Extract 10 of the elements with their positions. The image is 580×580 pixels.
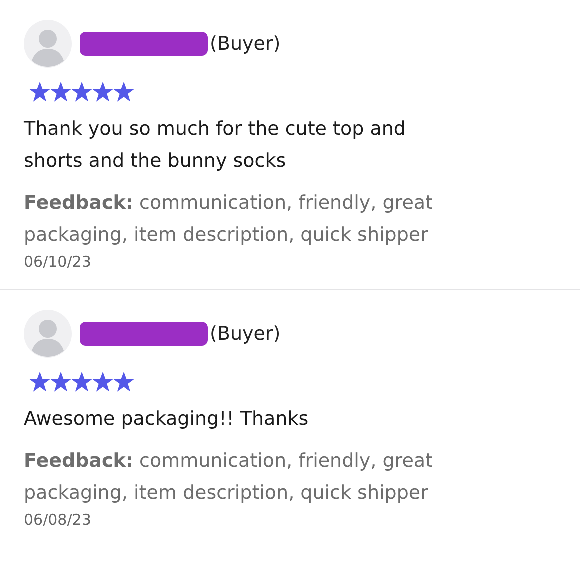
- user-role: (Buyer): [210, 323, 281, 345]
- review-comment: Awesome packaging!! Thanks: [24, 407, 310, 432]
- avatar-icon: [24, 310, 72, 358]
- feedback-text: Feedback: communication, friendly, great packaging, item description, quick shipper: [24, 191, 434, 248]
- avatar-icon: [24, 20, 72, 68]
- user-role: (Buyer): [210, 33, 281, 55]
- review-date: 06/10/23: [24, 253, 92, 271]
- review-comment: Thank you so much for the cute top and shorts and the bunny socks: [24, 117, 407, 174]
- review-date: 06/08/23: [24, 511, 92, 529]
- feedback-text: Feedback: communication, friendly, great packaging, item description, quick shipper: [24, 449, 434, 506]
